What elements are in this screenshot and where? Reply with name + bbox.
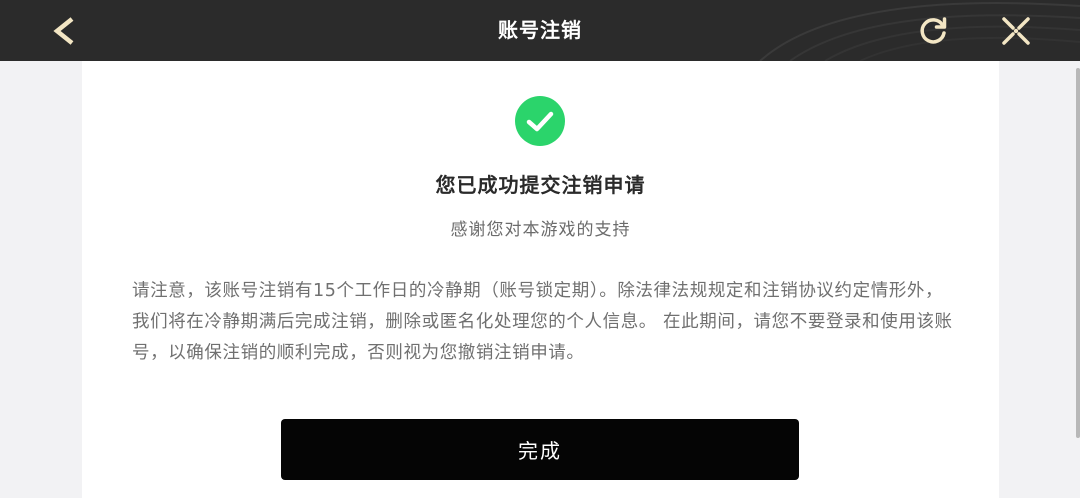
thanks-subline: 感谢您对本游戏的支持 bbox=[450, 220, 631, 240]
notice-text: 请注意，该账号注销有15个工作日的冷静期（账号锁定期）。除法律法规规定和注销协议… bbox=[132, 281, 953, 363]
scrollbar-thumb[interactable] bbox=[1076, 68, 1080, 438]
success-headline: 您已成功提交注销申请 bbox=[435, 173, 646, 197]
top-bar: 账号注销 bbox=[0, 0, 1080, 61]
close-button[interactable] bbox=[996, 12, 1036, 50]
close-icon bbox=[1002, 17, 1030, 45]
check-circle-icon bbox=[515, 96, 565, 146]
refresh-icon bbox=[920, 17, 947, 44]
refresh-button[interactable] bbox=[914, 12, 952, 50]
done-button[interactable]: 完成 bbox=[281, 419, 799, 480]
content-card: 您已成功提交注销申请 感谢您对本游戏的支持 请注意，该账号注销有15个工作日的冷… bbox=[82, 61, 999, 498]
